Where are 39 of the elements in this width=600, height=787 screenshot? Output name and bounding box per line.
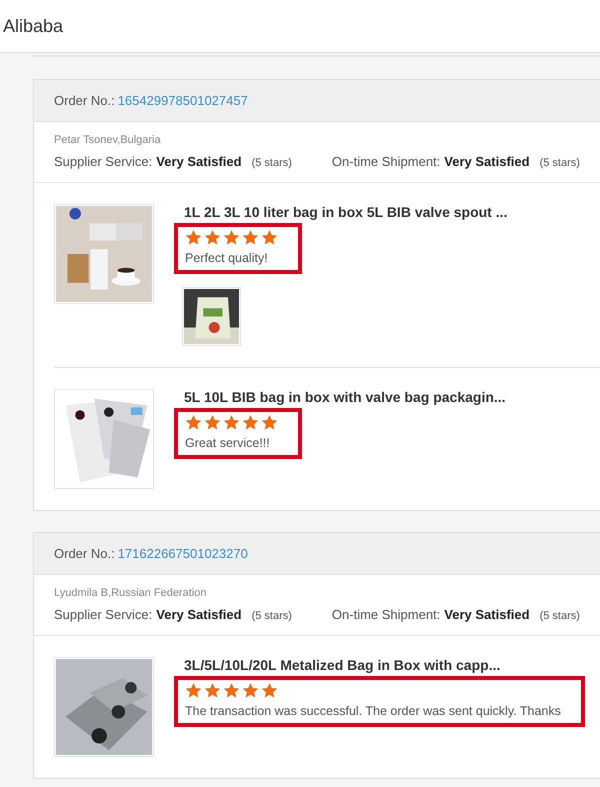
star-icon [261,682,278,699]
star-icon [242,414,259,431]
star-icon [204,229,221,246]
rating-label: On-time Shipment: [332,607,440,622]
star-icon [223,682,240,699]
review-comment: Great service!!! [185,436,270,450]
order-label: Order No.: [54,93,115,108]
buyer-name: Lyudmila B,Russian Federation [54,587,208,599]
product-title[interactable]: 3L/5L/10L/20L Metalized Bag in Box with capp... [184,657,585,673]
order-label: Order No.: [54,546,115,561]
star-icon [242,229,259,246]
app-title: Alibaba [3,16,64,36]
review-photo[interactable] [182,287,241,346]
star-icon [261,414,278,431]
star-icon [185,414,202,431]
rating-label: On-time Shipment: [332,154,440,169]
star-icon [261,229,278,246]
star-icon [185,682,202,699]
rating-stars-text: (5 stars) [252,610,292,622]
rating-stars-text: (5 stars) [540,610,580,622]
star-icon [242,682,259,699]
star-icon [223,414,240,431]
rating-stars-text: (5 stars) [540,157,580,169]
star-icon [204,682,221,699]
review-comment: Perfect quality! [185,251,268,265]
product-title[interactable]: 5L 10L BIB bag in box with valve bag packagin... [184,389,506,405]
buyer-name: Petar Tsonev,Bulgaria [54,134,162,146]
rating-value: Very Satisfied [444,154,530,169]
rating-label: Supplier Service: [54,607,152,622]
rating-value: Very Satisfied [444,607,530,622]
star-icon [204,414,221,431]
review-comment: The transaction was successful. The order was sent quickly. Thanks [185,704,561,718]
rating-stars-text: (5 stars) [252,157,292,169]
rating-label: Supplier Service: [54,154,152,169]
rating-value: Very Satisfied [156,154,242,169]
star-icon [185,229,202,246]
product-title[interactable]: 1L 2L 3L 10 liter bag in box 5L BIB valve spout ... [184,204,508,220]
rating-value: Very Satisfied [156,607,242,622]
star-icon [223,229,240,246]
